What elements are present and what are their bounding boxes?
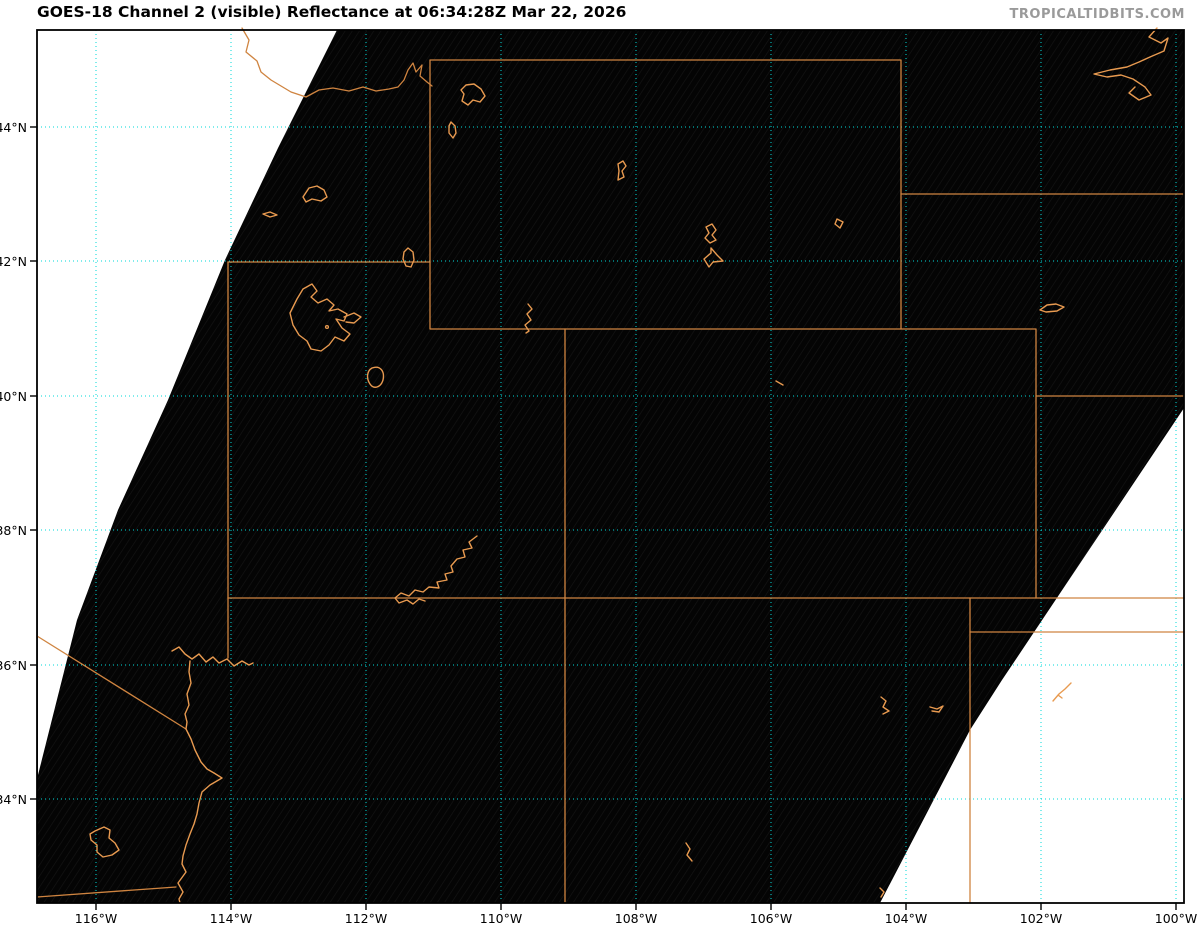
lat-tick-label: 40°N (0, 389, 27, 404)
lat-tick-label: 38°N (0, 523, 27, 538)
lat-tick-label: 44°N (0, 120, 27, 135)
lon-tick-label: 114°W (210, 911, 252, 926)
lon-tick-label: 104°W (885, 911, 927, 926)
lat-tick-label: 42°N (0, 254, 27, 269)
lon-tick-label: 112°W (345, 911, 387, 926)
lat-tick-label: 36°N (0, 658, 27, 673)
lon-tick-label: 116°W (75, 911, 117, 926)
lon-tick-label: 102°W (1020, 911, 1062, 926)
lon-tick-label: 108°W (615, 911, 657, 926)
lat-tick-label: 34°N (0, 792, 27, 807)
lon-tick-label: 106°W (750, 911, 792, 926)
satellite-map: 44°N 42°N 40°N 38°N 36°N 34°N 116°W 114°… (0, 27, 1197, 926)
goes-satellite-page: { "header": { "title": "GOES-18 Channel … (0, 0, 1200, 929)
lon-tick-label: 100°W (1155, 911, 1197, 926)
lon-tick-label: 110°W (480, 911, 522, 926)
